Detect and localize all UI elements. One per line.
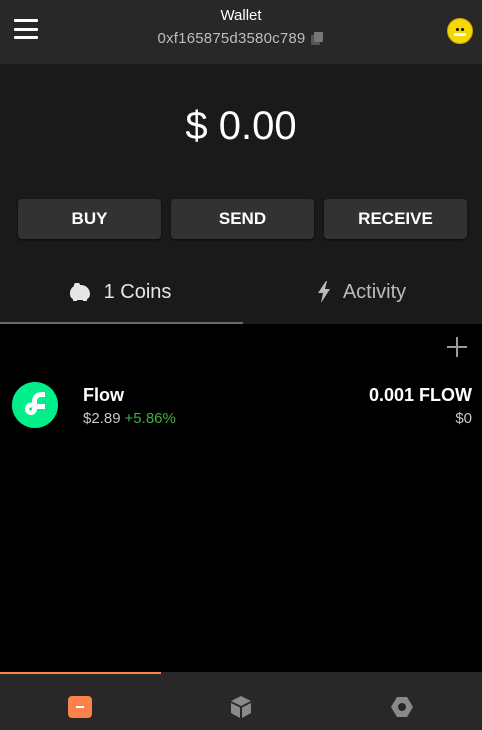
tab-coins[interactable]: 1 Coins	[0, 260, 243, 324]
nav-wallet[interactable]	[0, 672, 161, 730]
list-item[interactable]: Flow $2.89 +5.86% 0.001 FLOW $0	[0, 376, 482, 436]
piggy-bank-icon	[69, 283, 92, 301]
lightning-bolt-icon	[317, 281, 330, 303]
receive-button[interactable]: RECEIVE	[324, 199, 467, 239]
balance-panel: $ 0.00 BUY SEND RECEIVE 1 Coins Activity	[0, 64, 482, 324]
send-button[interactable]: SEND	[171, 199, 314, 239]
header-title-group: Wallet 0xf165875d3580c789	[0, 6, 482, 47]
coin-price: $2.89	[83, 410, 121, 427]
coin-list: Flow $2.89 +5.86% 0.001 FLOW $0	[0, 324, 482, 672]
copy-icon[interactable]	[311, 32, 324, 45]
tab-activity[interactable]: Activity	[241, 260, 482, 324]
buy-button[interactable]: BUY	[18, 199, 161, 239]
tab-bar: 1 Coins Activity	[0, 260, 482, 324]
coin-value: $0	[455, 410, 472, 427]
tab-coins-label: 1 Coins	[103, 280, 172, 303]
action-buttons: BUY SEND RECEIVE	[18, 199, 467, 239]
coin-amount: 0.001 FLOW	[368, 385, 472, 405]
address-row: 0xf165875d3580c789	[0, 30, 482, 47]
app-header: Wallet 0xf165875d3580c789	[0, 0, 482, 64]
wallet-address: 0xf165875d3580c789	[157, 30, 306, 47]
coin-name: Flow	[83, 385, 124, 405]
tab-activity-label: Activity	[342, 280, 407, 303]
flow-logo-icon	[12, 382, 58, 428]
add-coin-button[interactable]	[446, 336, 468, 358]
cube-icon	[231, 696, 251, 718]
total-balance: $ 0.00	[185, 104, 297, 148]
settings-hexagon-icon	[390, 697, 413, 717]
nav-nft[interactable]	[161, 672, 322, 730]
nav-settings[interactable]	[321, 672, 482, 730]
wallet-icon	[68, 696, 93, 718]
bottom-nav	[0, 672, 482, 730]
coin-change: +5.86%	[124, 410, 176, 427]
avatar[interactable]	[447, 18, 473, 44]
coin-price-row: $2.89 +5.86%	[83, 410, 176, 427]
page-title: Wallet	[220, 7, 262, 24]
